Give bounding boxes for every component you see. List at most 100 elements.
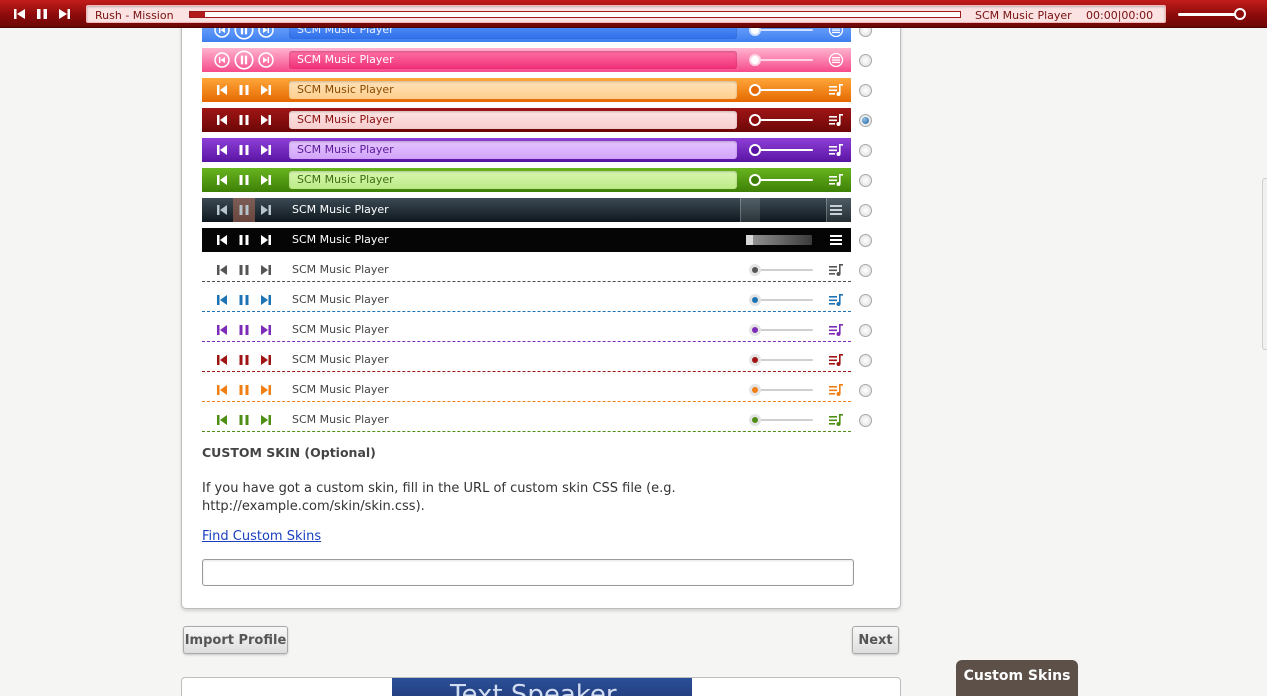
skin-radio-flat-purple[interactable]	[859, 324, 872, 337]
volume-slider-preview	[749, 354, 813, 366]
pause-icon	[236, 352, 252, 368]
import-profile-button[interactable]: Import Profile	[183, 626, 288, 654]
next-track-icon	[258, 82, 274, 98]
skin-option-flat-green[interactable]: SCM Music Player	[202, 408, 851, 432]
skin-radio-purple[interactable]	[859, 144, 872, 157]
custom-skin-heading: CUSTOM SKIN (Optional)	[202, 445, 376, 460]
skin-option-darkred[interactable]: SCM Music Player	[202, 108, 851, 132]
playlist-icon	[828, 413, 844, 427]
skin-option-green[interactable]: SCM Music Player	[202, 168, 851, 192]
skin-option-orange[interactable]: SCM Music Player	[202, 78, 851, 102]
playlist-icon	[828, 353, 844, 367]
custom-skin-url-input[interactable]	[202, 559, 854, 586]
skin-option-dark-glass[interactable]: SCM Music Player	[202, 198, 851, 222]
previous-track-icon	[214, 382, 230, 398]
player-controls	[202, 78, 286, 102]
skin-radio-flat-gray[interactable]	[859, 264, 872, 277]
skin-radio-green[interactable]	[859, 174, 872, 187]
custom-skins-tab[interactable]: Custom Skins	[956, 660, 1078, 696]
next-track-icon	[258, 292, 274, 308]
pause-icon[interactable]	[34, 6, 50, 22]
volume-slider-preview	[749, 54, 813, 66]
bottom-panel: Text Speaker	[181, 677, 901, 696]
player-name: SCM Music Player	[975, 9, 1072, 22]
volume-slider[interactable]	[1178, 8, 1246, 20]
skin-radio-flat-orange[interactable]	[859, 384, 872, 397]
volume-slider-preview	[749, 264, 813, 276]
next-track-icon	[258, 142, 274, 158]
volume-area	[740, 198, 760, 222]
banner-text: Text Speaker	[450, 680, 617, 696]
playlist-icon	[828, 203, 844, 217]
skin-radio-orange[interactable]	[859, 84, 872, 97]
playlist-icon	[828, 263, 844, 277]
pause-icon	[234, 50, 254, 70]
track-progress-bar[interactable]	[189, 11, 961, 18]
player-controls	[202, 198, 286, 222]
next-track-icon	[258, 232, 274, 248]
skin-radio-darkred[interactable]	[859, 114, 872, 127]
skin-option-flat-gray[interactable]: SCM Music Player	[202, 258, 851, 282]
playlist-icon	[828, 53, 844, 67]
skin-option-pink-glossy[interactable]: SCM Music Player	[202, 48, 851, 72]
playlist-icon	[828, 83, 844, 97]
top-music-player-bar: Rush - Mission SCM Music Player 00:00|00…	[0, 0, 1267, 28]
volume-knob	[749, 174, 761, 186]
volume-knob	[749, 54, 761, 66]
skin-radio-flat-green[interactable]	[859, 414, 872, 427]
volume-knob	[749, 354, 761, 366]
skin-label: SCM Music Player	[292, 353, 389, 366]
volume-slider-preview	[749, 174, 813, 186]
volume-slider-preview	[749, 294, 813, 306]
next-button[interactable]: Next	[852, 626, 899, 654]
volume-knob[interactable]	[1234, 8, 1246, 20]
volume-knob	[749, 144, 761, 156]
skin-option-flat-red[interactable]: SCM Music Player	[202, 348, 851, 372]
text-speaker-banner[interactable]: Text Speaker	[392, 678, 692, 696]
skin-label: SCM Music Player	[297, 53, 394, 66]
pause-icon	[233, 198, 255, 222]
volume-knob	[749, 384, 761, 396]
skin-display: SCM Music Player	[289, 111, 737, 129]
playlist-icon	[828, 113, 844, 127]
skin-label: SCM Music Player	[292, 413, 389, 426]
next-track-icon	[258, 352, 274, 368]
skin-option-purple[interactable]: SCM Music Player	[202, 138, 851, 162]
next-track-icon	[258, 52, 274, 68]
skin-label: SCM Music Player	[292, 323, 389, 336]
skin-option-flat-orange[interactable]: SCM Music Player	[202, 378, 851, 402]
skin-label: SCM Music Player	[297, 143, 394, 156]
volume-knob	[749, 324, 761, 336]
find-custom-skins-link[interactable]: Find Custom Skins	[202, 529, 321, 544]
player-controls	[202, 288, 286, 312]
player-controls	[202, 378, 286, 402]
playlist-icon	[828, 173, 844, 187]
scrollbar-thumb[interactable]	[1262, 178, 1267, 350]
previous-track-icon	[214, 352, 230, 368]
skin-radio-pink-glossy[interactable]	[859, 54, 872, 67]
volume-knob	[749, 264, 761, 276]
previous-track-icon	[214, 412, 230, 428]
skin-option-black[interactable]: SCM Music Player	[202, 228, 851, 252]
pause-icon	[236, 172, 252, 188]
skin-radio-black[interactable]	[859, 234, 872, 247]
player-display: Rush - Mission SCM Music Player 00:00|00…	[86, 5, 1166, 23]
skin-radio-flat-red[interactable]	[859, 354, 872, 367]
next-track-icon[interactable]	[56, 6, 72, 22]
volume-knob	[749, 84, 761, 96]
skin-label: SCM Music Player	[297, 83, 394, 96]
current-track-title: Rush - Mission	[95, 9, 174, 22]
skin-option-flat-blue[interactable]: SCM Music Player	[202, 288, 851, 312]
skin-radio-dark-glass[interactable]	[859, 204, 872, 217]
previous-track-icon	[214, 82, 230, 98]
skin-radio-flat-blue[interactable]	[859, 294, 872, 307]
previous-track-icon	[214, 142, 230, 158]
next-track-icon	[258, 112, 274, 128]
skin-display: SCM Music Player	[289, 141, 737, 159]
volume-slider-preview	[749, 114, 813, 126]
skin-label: SCM Music Player	[292, 383, 389, 396]
previous-track-icon[interactable]	[12, 6, 28, 22]
skin-option-flat-purple[interactable]: SCM Music Player	[202, 318, 851, 342]
volume-slider-preview	[749, 324, 813, 336]
next-track-icon	[258, 322, 274, 338]
